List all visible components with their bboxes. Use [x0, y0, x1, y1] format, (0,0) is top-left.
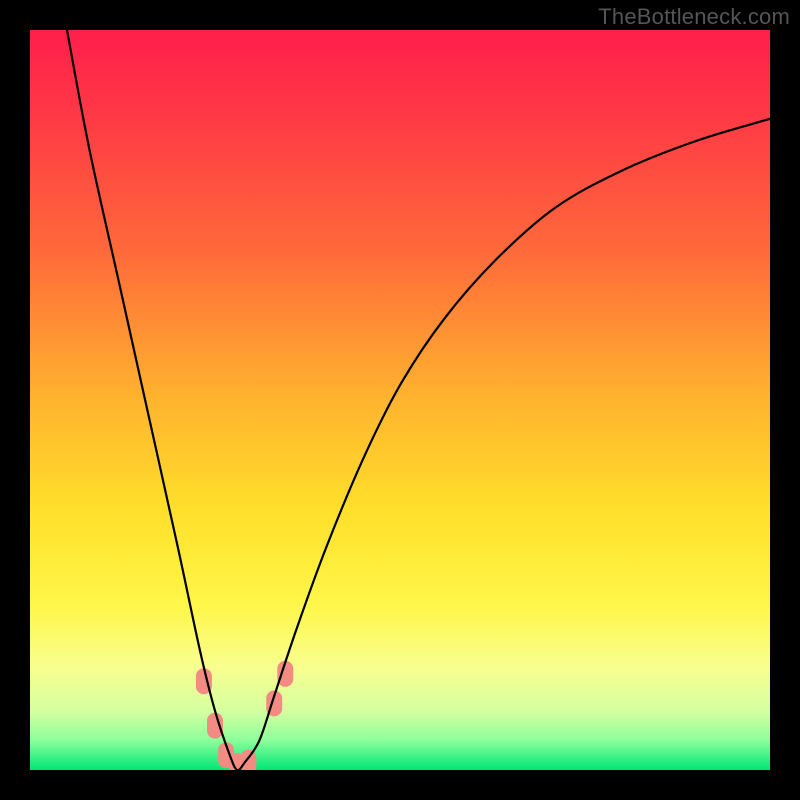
- gradient-background: [30, 30, 770, 770]
- plot-area: [30, 30, 770, 770]
- chart-frame: TheBottleneck.com: [0, 0, 800, 800]
- attribution-text: TheBottleneck.com: [598, 4, 790, 30]
- bottleneck-chart: [30, 30, 770, 770]
